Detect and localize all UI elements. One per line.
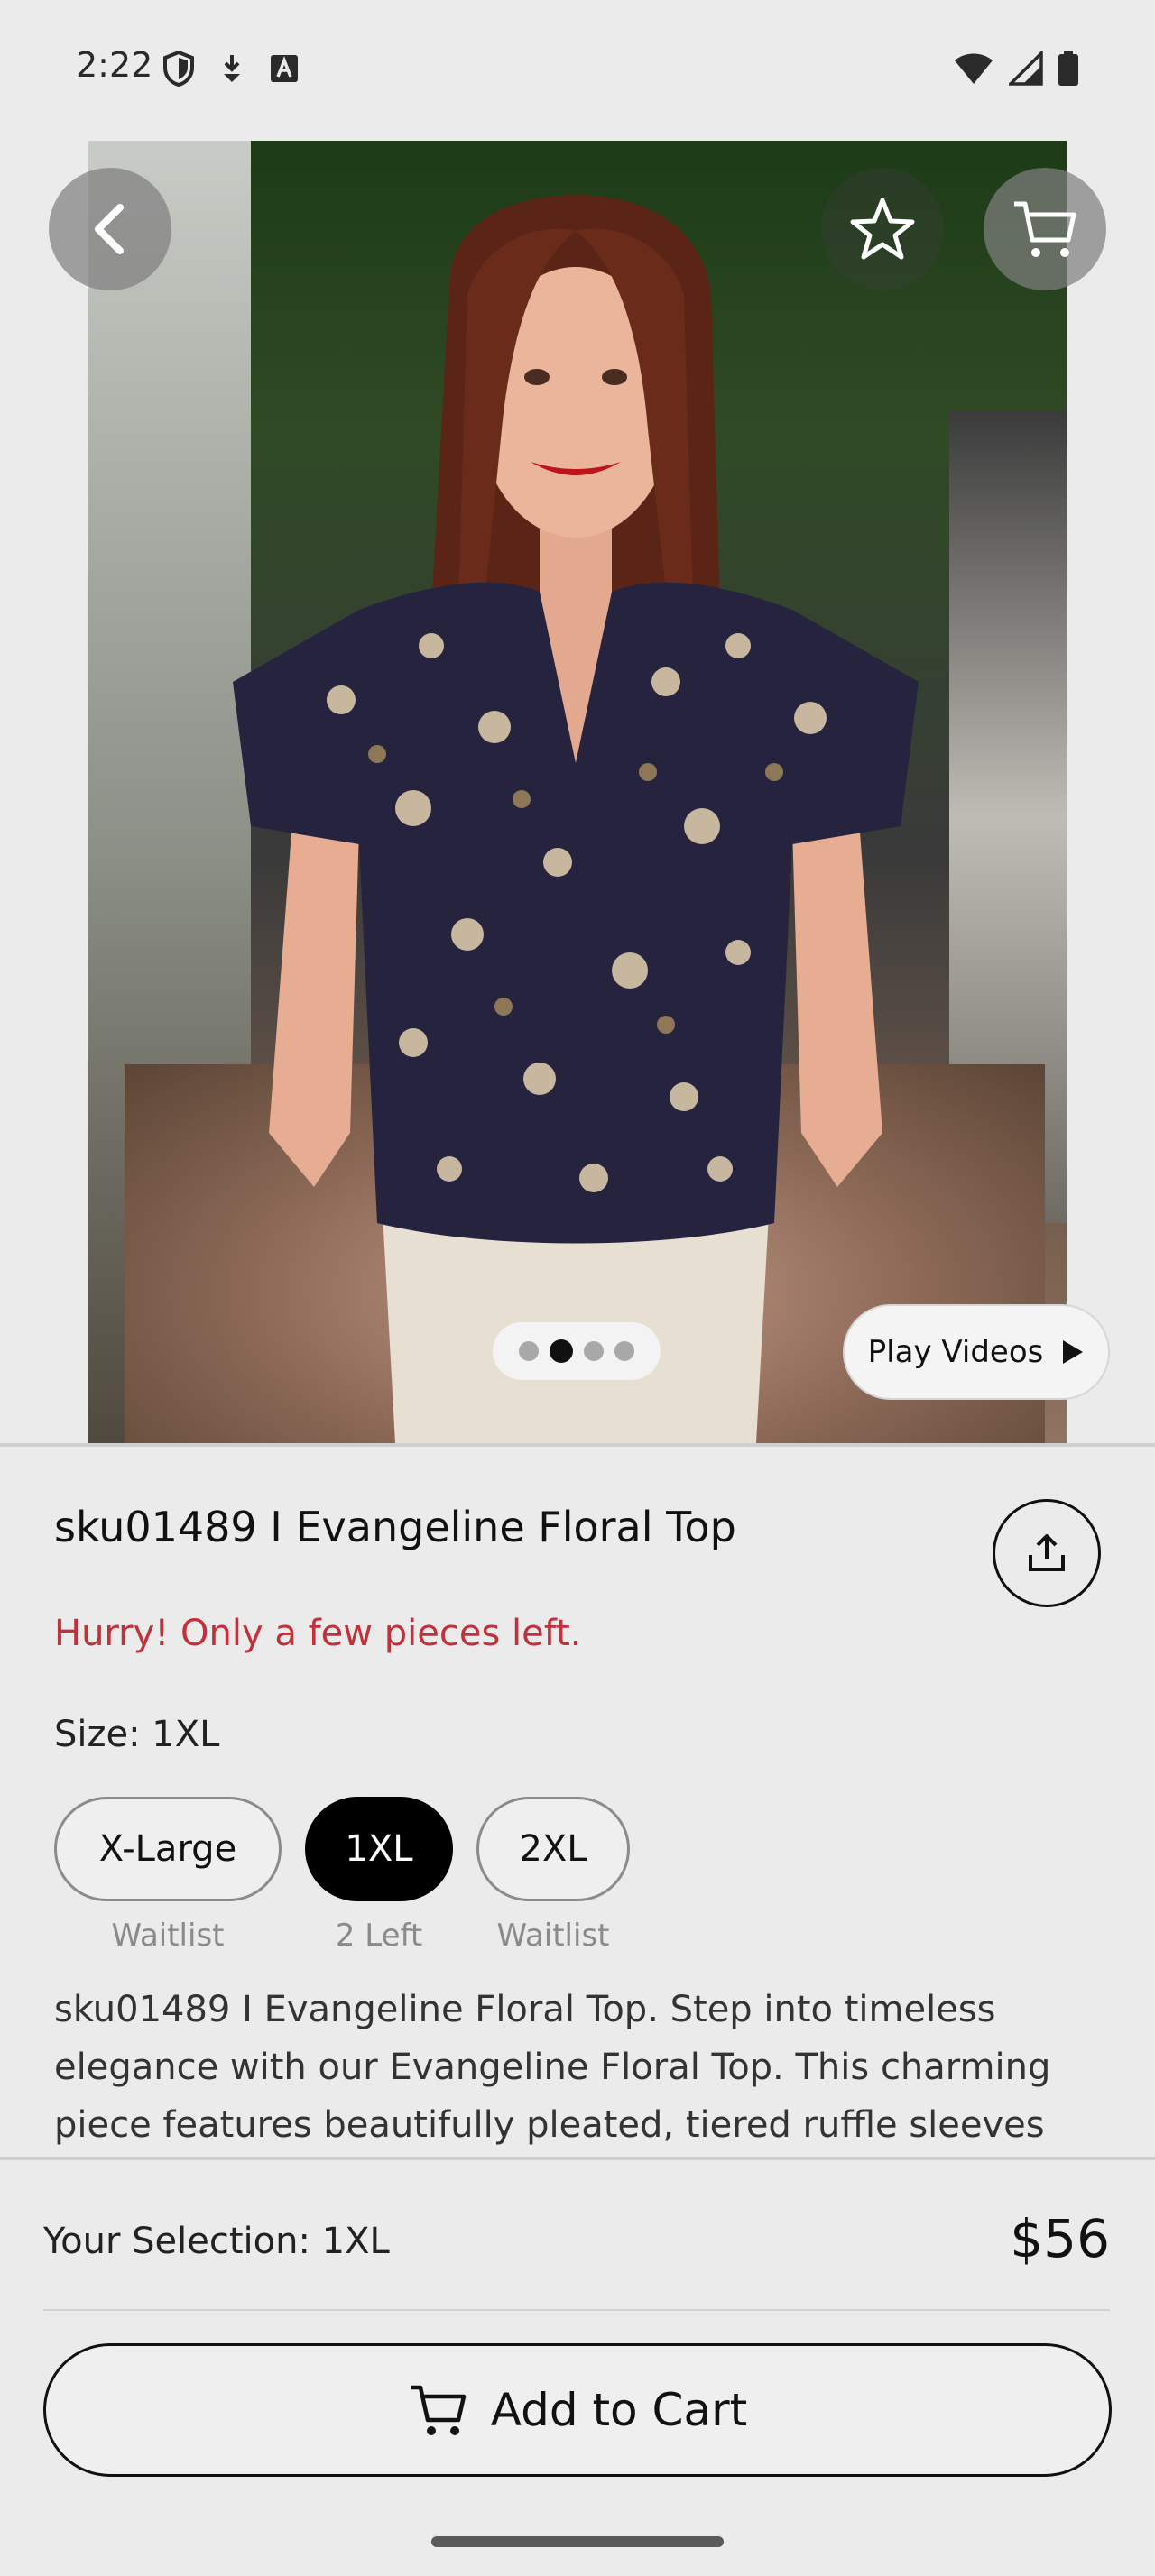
selection-summary: Your Selection: 1XL bbox=[43, 2221, 390, 2262]
size-chip-1xl[interactable]: 1XL bbox=[305, 1797, 453, 1901]
home-indicator[interactable] bbox=[431, 2536, 724, 2547]
carousel-dot[interactable] bbox=[614, 1341, 634, 1361]
status-icons-left bbox=[162, 50, 300, 90]
size-options: X-Large Waitlist 1XL 2 Left 2XL Waitlist bbox=[54, 1797, 630, 1954]
play-icon bbox=[1063, 1340, 1084, 1364]
carousel-indicator[interactable] bbox=[493, 1322, 661, 1380]
font-icon bbox=[269, 53, 300, 87]
divider bbox=[43, 2309, 1110, 2311]
wifi-icon bbox=[953, 51, 994, 89]
favorite-button[interactable] bbox=[821, 168, 944, 290]
status-bar: 2:22 bbox=[0, 0, 1155, 141]
size-availability: Waitlist bbox=[111, 1918, 225, 1954]
back-button[interactable] bbox=[49, 168, 171, 290]
stock-urgency-message: Hurry! Only a few pieces left. bbox=[54, 1613, 582, 1654]
model-photo bbox=[233, 195, 919, 1443]
cart-icon bbox=[411, 2385, 466, 2435]
size-chip-x-large[interactable]: X-Large bbox=[54, 1797, 282, 1901]
share-icon bbox=[1029, 1534, 1065, 1571]
size-availability: Waitlist bbox=[496, 1918, 610, 1954]
share-button[interactable] bbox=[993, 1499, 1101, 1607]
cart-button[interactable] bbox=[984, 168, 1106, 290]
size-option[interactable]: X-Large Waitlist bbox=[54, 1797, 282, 1954]
star-icon bbox=[850, 198, 915, 260]
status-time: 2:22 bbox=[76, 45, 153, 85]
shield-icon bbox=[162, 50, 195, 90]
carousel-dot[interactable] bbox=[519, 1341, 539, 1361]
product-title: sku01489 I Evangeline Floral Top bbox=[54, 1503, 736, 1551]
product-image[interactable] bbox=[88, 141, 1067, 1443]
add-to-cart-button[interactable]: Add to Cart bbox=[43, 2343, 1112, 2477]
size-chip-2xl[interactable]: 2XL bbox=[476, 1797, 630, 1901]
chevron-left-icon bbox=[95, 204, 124, 254]
cart-icon bbox=[1014, 201, 1076, 257]
price: $56 bbox=[1010, 2208, 1110, 2269]
status-icons-right bbox=[953, 49, 1079, 90]
carousel-dot-active[interactable] bbox=[550, 1339, 573, 1363]
add-to-cart-label: Add to Cart bbox=[490, 2384, 748, 2436]
signal-icon bbox=[1006, 49, 1043, 89]
carousel-dot[interactable] bbox=[584, 1341, 604, 1361]
product-description: sku01489 I Evangeline Floral Top. Step i… bbox=[54, 1989, 1051, 2146]
battery-icon bbox=[1058, 51, 1079, 90]
divider bbox=[0, 1443, 1155, 1447]
size-availability: 2 Left bbox=[335, 1918, 423, 1954]
play-videos-label: Play Videos bbox=[867, 1334, 1044, 1370]
size-label: Size: 1XL bbox=[54, 1714, 220, 1755]
size-option[interactable]: 2XL Waitlist bbox=[476, 1797, 630, 1954]
divider bbox=[0, 2157, 1155, 2160]
play-videos-button[interactable]: Play Videos bbox=[843, 1304, 1110, 1400]
download-icon bbox=[218, 52, 245, 88]
size-option[interactable]: 1XL 2 Left bbox=[305, 1797, 453, 1954]
